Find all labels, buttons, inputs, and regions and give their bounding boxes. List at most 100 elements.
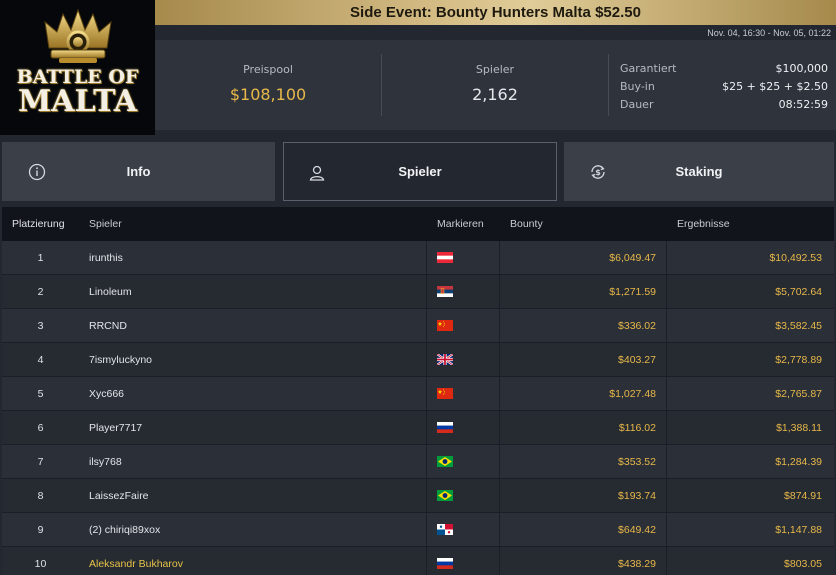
table-row[interactable]: 6 Player7717 $116.02 $1,388.11 [2,411,834,445]
place-cell: 9 [37,523,44,536]
tab-players[interactable]: Spieler [283,142,557,201]
bounty-cell: $116.02 [500,411,667,444]
mark-cell[interactable] [427,445,500,478]
place-cell: 10 [34,557,47,570]
mark-cell[interactable] [427,377,500,410]
mark-cell[interactable] [427,411,500,444]
result-cell: $10,492.53 [769,251,822,264]
event-title: Side Event: Bounty Hunters Malta $52.50 [350,4,641,21]
date-range: Nov. 04, 16:30 - Nov. 05, 01:22 [707,27,831,38]
bounty-cell: $336.02 [500,309,667,342]
player-name-cell[interactable]: Xyc666 [79,377,427,410]
stats-divider [608,54,609,116]
player-name-cell[interactable]: irunthis [79,241,427,274]
place-cell: 4 [37,353,44,366]
prizepool-value: $108,100 [229,85,307,104]
result-cell: $1,147.88 [775,523,822,536]
players-label: Spieler [475,63,515,76]
col-header-mark[interactable]: Markieren [427,207,500,241]
detail-label: Garantiert [620,61,677,75]
player-name-cell[interactable]: (2) chiriqi89xox [79,513,427,546]
player-name-cell[interactable]: 7ismyluckyno [79,343,427,376]
table-row[interactable]: 8 LaissezFaire $193.74 $874.91 [2,479,834,513]
austria-flag-icon [437,252,453,263]
table-row[interactable]: 9 (2) chiriqi89xox $649.42 $1,147.88 [2,513,834,547]
bounty-cell: $649.42 [500,513,667,546]
detail-value: 08:52:59 [778,97,828,111]
result-cell: $803.05 [784,557,822,570]
event-title-bar: Side Event: Bounty Hunters Malta $52.50 [155,0,836,25]
mark-cell[interactable] [427,513,500,546]
brazil-flag-icon [437,490,453,501]
tab-info[interactable]: Info [2,142,275,201]
player-name-cell[interactable]: ilsy768 [79,445,427,478]
detail-label: Dauer [620,97,654,111]
table-row[interactable]: 5 Xyc666 $1,027.48 $2,765.87 [2,377,834,411]
prizepool-label: Preispool [243,63,293,76]
detail-guaranteed: Garantiert $100,000 [620,59,828,77]
players-table: Platzierung Spieler Markieren Bounty Erg… [2,207,834,575]
table-row[interactable]: 1 irunthis $6,049.47 $10,492.53 [2,241,834,275]
info-icon [28,163,46,181]
mark-cell[interactable] [427,309,500,342]
mark-cell[interactable] [427,275,500,308]
serbia-flag-icon [437,286,453,297]
china-flag-icon [437,388,453,399]
mark-cell[interactable] [427,547,500,575]
bounty-cell: $353.52 [500,445,667,478]
player-name-cell[interactable]: Aleksandr Bukharov [79,547,427,575]
col-header-player[interactable]: Spieler [79,207,427,241]
bounty-cell: $6,049.47 [500,241,667,274]
mark-cell[interactable] [427,241,500,274]
panama-flag-icon [437,524,453,535]
detail-value: $25 + $25 + $2.50 [722,79,828,93]
tab-staking[interactable]: $ Staking [564,142,834,201]
player-name-cell[interactable]: LaissezFaire [79,479,427,512]
tournament-details: Garantiert $100,000 Buy-in $25 + $25 + $… [620,59,828,113]
table-row[interactable]: 3 RRCND $336.02 $3,582.45 [2,309,834,343]
date-range-bar: Nov. 04, 16:30 - Nov. 05, 01:22 [155,25,836,40]
detail-buyin: Buy-in $25 + $25 + $2.50 [620,77,828,95]
players-stat: Spieler 2,162 [382,40,608,130]
brazil-flag-icon [437,456,453,467]
uk-flag-icon [437,354,453,365]
col-header-place[interactable]: Platzierung [2,218,79,230]
result-cell: $3,582.45 [775,319,822,332]
bounty-cell: $193.74 [500,479,667,512]
result-cell: $2,765.87 [775,387,822,400]
dollar-exchange-icon: $ [591,165,605,179]
place-cell: 2 [37,285,44,298]
detail-duration: Dauer 08:52:59 [620,95,828,113]
table-row[interactable]: 4 7ismyluckyno $403.27 $2,778.89 [2,343,834,377]
table-header: Platzierung Spieler Markieren Bounty Erg… [2,207,834,241]
player-name-cell[interactable]: Player7717 [79,411,427,444]
mark-cell[interactable] [427,479,500,512]
place-cell: 5 [37,387,44,400]
result-cell: $1,388.11 [776,421,822,434]
result-cell: $2,778.89 [775,353,822,366]
table-row[interactable]: 2 Linoleum $1,271.59 $5,702.64 [2,275,834,309]
col-header-bounty[interactable]: Bounty [500,207,667,241]
tournament-page: BATTLE OF MALTA Side Event: Bounty Hunte… [0,0,836,575]
prizepool-stat: Preispool $108,100 [155,40,381,130]
bounty-cell: $1,271.59 [500,275,667,308]
table-row[interactable]: 10 Aleksandr Bukharov $438.29 $803.05 [2,547,834,575]
tournament-stats-panel: Preispool $108,100 Spieler 2,162 Garanti… [155,40,836,130]
result-cell: $1,284.39 [775,455,822,468]
battle-of-malta-logo[interactable]: BATTLE OF MALTA [0,0,155,135]
svg-text:$: $ [595,168,601,177]
table-body: 1 irunthis $6,049.47 $10,492.53 2 Linoleum $1,… [2,241,834,575]
players-value: 2,162 [472,85,518,104]
mark-cell[interactable] [427,343,500,376]
russia-flag-icon [437,422,453,433]
result-cell: $874.91 [784,489,822,502]
user-icon [309,165,325,181]
col-header-result[interactable]: Ergebnisse [667,218,834,230]
table-row[interactable]: 7 ilsy768 $353.52 $1,284.39 [2,445,834,479]
detail-label: Buy-in [620,79,655,93]
place-cell: 1 [37,251,44,264]
crown-crest-icon [43,8,112,63]
player-name-cell[interactable]: RRCND [79,309,427,342]
place-cell: 6 [37,421,44,434]
player-name-cell[interactable]: Linoleum [79,275,427,308]
